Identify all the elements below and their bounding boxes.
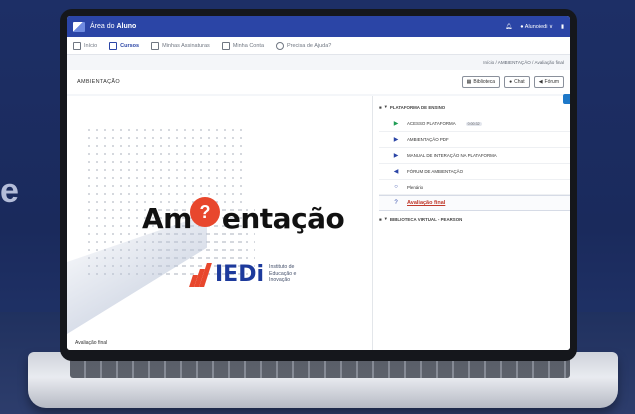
- tab-ajuda[interactable]: Precisa de Ajuda?: [276, 41, 332, 50]
- course-sidebar: ■ ▾ PLATAFORMA DE ENSINO ▶ ACESSO PLATAFO…: [373, 94, 570, 350]
- lesson-label: Plenário: [407, 184, 424, 190]
- folder-icon: ■: [379, 216, 382, 222]
- lesson-item-active[interactable]: ? Avaliação final: [379, 195, 570, 211]
- chat-bubble-icon[interactable]: ▮: [561, 24, 564, 30]
- bell-icon[interactable]: 🔔︎: [505, 24, 512, 30]
- lesson-item[interactable]: ○ Plenário: [379, 180, 570, 195]
- duration-badge: 0:00:32: [465, 121, 482, 126]
- app-title-bold: Aluno: [116, 23, 137, 30]
- section-label: PLATAFORMA DE ENSINO: [389, 104, 446, 110]
- tab-label: Início: [84, 42, 98, 49]
- section-plataforma-ensino[interactable]: ■ ▾ PLATAFORMA DE ENSINO: [379, 104, 570, 110]
- sidebar-toggle-tab[interactable]: [563, 94, 570, 104]
- iedi-logo: IEDi Instituto de Educação e Inovação: [187, 261, 296, 287]
- course-header: AMBIENTAÇÃO ▦ Biblioteca ● Chat ◀ Fórum: [67, 70, 570, 94]
- headline-start: Am: [142, 202, 192, 235]
- play-icon: ▶: [393, 153, 399, 159]
- tab-cursos[interactable]: Cursos: [109, 41, 140, 50]
- megaphone-icon: ◀: [538, 79, 543, 85]
- tab-label: Cursos: [120, 42, 140, 49]
- tab-label: Precisa de Ajuda?: [287, 42, 332, 49]
- help-icon: [276, 41, 284, 50]
- tab-label: Minha Conta: [232, 42, 264, 49]
- tab-inicio[interactable]: Início: [73, 41, 98, 50]
- library-button[interactable]: ▦ Biblioteca: [461, 76, 501, 88]
- chart-icon: [151, 41, 160, 50]
- lesson-item[interactable]: ▶ AMBIENTAÇÃO PDF: [379, 132, 570, 148]
- content-area: Am entação ? IEDi Instituto de Educação e…: [67, 94, 570, 350]
- forum-button[interactable]: ◀ Fórum: [533, 76, 564, 88]
- forum-button-label: Fórum: [544, 79, 559, 85]
- lesson-label: FÓRUM DE AMBIENTAÇÃO: [407, 169, 464, 174]
- user-menu-label: Alunoiedi ∨: [524, 23, 553, 30]
- background-heading-fragment: e: [0, 172, 19, 210]
- iedi-tagline: Instituto de Educação e Inovação: [269, 264, 296, 284]
- iedi-tagline-line: Instituto de: [269, 264, 295, 271]
- main-nav: Início Cursos Minhas Assinaturas Minha C…: [67, 37, 570, 55]
- iedi-wordmark: IEDi: [215, 261, 265, 287]
- video-player[interactable]: Am entação ? IEDi Instituto de Educação e…: [67, 96, 373, 350]
- user-avatar-icon: ●: [520, 23, 524, 30]
- breadcrumb: Início / AMBIENTAÇÃO / Avaliação final: [483, 60, 564, 65]
- question-icon: ?: [394, 200, 398, 206]
- app-header: Área do Aluno 🔔︎ ● Alunoiedi ∨ ▮: [67, 16, 570, 37]
- headline-end: entação: [221, 202, 345, 235]
- iedi-logo-bars: [187, 261, 213, 287]
- user-icon: [221, 41, 230, 50]
- iedi-tagline-line: Inovação: [269, 277, 291, 284]
- video-caption: Avaliação final: [75, 340, 108, 346]
- tab-assinaturas[interactable]: Minhas Assinaturas: [151, 41, 210, 50]
- lesson-label: AMBIENTAÇÃO PDF: [407, 137, 449, 142]
- page-title: AMBIENTAÇÃO: [77, 79, 120, 85]
- tab-label: Minhas Assinaturas: [162, 42, 210, 49]
- folder-icon: ■: [379, 104, 382, 110]
- user-menu[interactable]: ● Alunoiedi ∨: [520, 24, 553, 30]
- app-title-prefix: Área do: [90, 23, 115, 30]
- caret-down-icon: ▾: [384, 104, 387, 109]
- library-icon: ▦: [466, 79, 472, 85]
- chat-icon: ○: [394, 184, 398, 190]
- section-biblioteca-virtual[interactable]: ■ ▾ BIBLIOTECA VIRTUAL - PEARSON: [379, 216, 570, 222]
- book-icon: [109, 41, 118, 50]
- tab-minha-conta[interactable]: Minha Conta: [221, 41, 264, 50]
- play-icon: ▶: [393, 137, 399, 143]
- chat-button-label: Chat: [514, 79, 525, 85]
- section-label: BIBLIOTECA VIRTUAL - PEARSON: [389, 216, 463, 222]
- lesson-item[interactable]: ▶ ACESSO PLATAFORMA 0:00:32: [379, 116, 570, 132]
- laptop-screen: Área do Aluno 🔔︎ ● Alunoiedi ∨ ▮ Início …: [67, 16, 570, 350]
- lesson-label: ACESSO PLATAFORMA: [407, 121, 456, 126]
- lesson-item[interactable]: ◀ FÓRUM DE AMBIENTAÇÃO: [379, 164, 570, 180]
- megaphone-icon: ◀: [393, 169, 399, 175]
- caret-down-icon: ▾: [384, 216, 387, 221]
- video-headline: Am entação: [142, 202, 345, 235]
- lesson-label: MANUAL DE INTERAÇÃO NA PLATAFORMA: [407, 153, 497, 158]
- lesson-label: Avaliação final: [407, 200, 446, 206]
- play-icon: ▶: [393, 121, 399, 127]
- lesson-item[interactable]: ▶ MANUAL DE INTERAÇÃO NA PLATAFORMA: [379, 148, 570, 164]
- app-title: Área do Aluno: [90, 23, 136, 30]
- home-icon: [73, 41, 81, 50]
- library-button-label: Biblioteca: [473, 79, 496, 85]
- brand-logo: [73, 21, 85, 32]
- question-mark-icon: ?: [190, 197, 220, 227]
- chat-button[interactable]: ● Chat: [504, 76, 530, 88]
- chat-icon: ●: [509, 79, 513, 85]
